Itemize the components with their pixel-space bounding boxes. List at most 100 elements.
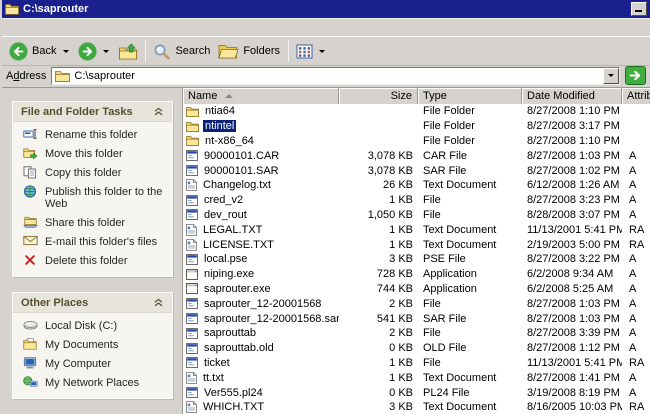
file-size: 2 KB [389, 327, 413, 340]
file-size: 26 KB [383, 179, 413, 192]
file-attributes: A [629, 386, 637, 399]
file-row[interactable]: tt.txt 1 KB Text Document 8/27/2008 1:41… [183, 370, 650, 385]
file-row[interactable]: Changelog.txt 26 KB Text Document 6/12/2… [183, 178, 650, 193]
section-header[interactable]: File and Folder Tasks [13, 102, 172, 122]
task-link[interactable]: Copy this folder [22, 166, 168, 179]
up-button[interactable] [115, 39, 141, 64]
window-folder-icon [5, 3, 19, 15]
file-date-modified: 8/16/2005 10:03 PM [527, 401, 622, 414]
task-link[interactable]: Move this folder [22, 148, 168, 160]
disk-icon [22, 319, 38, 330]
search-icon [153, 43, 171, 60]
chevron-up-icon [154, 298, 163, 307]
search-button[interactable]: Search [150, 39, 214, 64]
file-date-modified: 8/27/2008 3:39 PM [527, 327, 620, 340]
file-date-modified: 8/27/2008 1:12 PM [527, 342, 620, 355]
menu-item[interactable] [52, 25, 68, 29]
file-row[interactable]: WHICH.TXT 3 KB Text Document 8/16/2005 1… [183, 400, 650, 414]
file-date-modified: 8/27/2008 1:03 PM [527, 149, 620, 162]
views-dropdown-icon [319, 49, 326, 53]
column-header-attributes[interactable]: Attributes [622, 88, 650, 104]
file-row[interactable]: saprouttab 2 KB File 8/27/2008 3:39 PM A [183, 326, 650, 341]
file-row[interactable]: LICENSE.TXT 1 KB Text Document 2/19/2003… [183, 237, 650, 252]
file-date-modified: 11/13/2001 5:41 PM [527, 356, 622, 369]
file-type: File Folder [423, 134, 475, 147]
file-type: File [423, 194, 441, 207]
file-row[interactable]: nt-x86_64 File Folder 8/27/2008 1:10 PM [183, 134, 650, 149]
minimize-button[interactable] [631, 2, 647, 16]
file-row[interactable]: Ver555.pl24 0 KB PL24 File 3/19/2008 8:1… [183, 385, 650, 400]
file-row[interactable]: 90000101.CAR 3,078 KB CAR File 8/27/2008… [183, 148, 650, 163]
menu-item[interactable] [68, 25, 84, 29]
file-row[interactable]: saprouter.exe 744 KB Application 6/2/200… [183, 282, 650, 297]
file-row[interactable]: niping.exe 728 KB Application 6/2/2008 9… [183, 267, 650, 282]
file-type: File [423, 297, 441, 310]
task-link[interactable]: Publish this folder to the Web [22, 185, 168, 210]
menu-item[interactable] [4, 25, 20, 29]
file-row[interactable]: saprouter_12-20001568 2 KB File 8/27/200… [183, 296, 650, 311]
file-row[interactable]: ticket 1 KB File 11/13/2001 5:41 PM RA [183, 356, 650, 371]
file-row[interactable]: ntintel File Folder 8/27/2008 3:17 PM [183, 119, 650, 134]
file-size: 728 KB [376, 268, 413, 281]
menu-bar [2, 18, 650, 37]
views-button[interactable] [293, 39, 330, 64]
task-link[interactable]: E-mail this folder's files [22, 235, 168, 248]
file-row[interactable]: LEGAL.TXT 1 KB Text Document 11/13/2001 … [183, 222, 650, 237]
file-date-modified: 8/27/2008 1:41 PM [527, 371, 620, 384]
file-row[interactable]: ntia64 File Folder 8/27/2008 1:10 PM [183, 104, 650, 119]
file-row[interactable]: 90000101.SAR 3,078 KB SAR File 8/27/2008… [183, 163, 650, 178]
file-row[interactable]: saprouter_12-20001568.sar 541 KB SAR Fil… [183, 311, 650, 326]
file-name: cred_v2 [204, 194, 244, 207]
file-name: LEGAL.TXT [203, 223, 263, 236]
file-date-modified: 8/27/2008 1:10 PM [527, 105, 620, 118]
address-value: C:\saprouter [74, 69, 135, 82]
task-link[interactable]: Rename this folder [22, 129, 168, 141]
file-date-modified: 6/2/2008 5:25 AM [527, 282, 614, 295]
task-link[interactable]: Share this folder [22, 216, 168, 229]
text-file-icon [186, 179, 197, 192]
forward-icon [78, 41, 98, 61]
place-link[interactable]: My Network Places [22, 376, 168, 389]
column-header-size[interactable]: Size [339, 88, 418, 104]
file-name: WHICH.TXT [203, 401, 265, 414]
section-header[interactable]: Other Places [13, 293, 172, 313]
file-attributes: A [629, 253, 637, 266]
menu-item[interactable] [84, 25, 100, 29]
forward-button[interactable] [75, 39, 114, 64]
back-dropdown-icon [63, 49, 70, 53]
file-name: 90000101.CAR [204, 149, 280, 162]
file-row[interactable]: cred_v2 1 KB File 8/27/2008 3:23 PM A [183, 193, 650, 208]
place-link[interactable]: My Computer [22, 357, 168, 370]
task-pane: File and Folder Tasks Rename this folder… [2, 88, 183, 414]
place-link[interactable]: My Documents [22, 338, 168, 351]
go-button[interactable] [625, 66, 646, 85]
file-date-modified: 3/19/2008 8:19 PM [527, 386, 620, 399]
file-type: File [423, 327, 441, 340]
column-header-type[interactable]: Type [418, 88, 522, 104]
column-header-name[interactable]: Name [183, 88, 339, 104]
place-link[interactable]: Local Disk (C:) [22, 320, 168, 332]
file-type: SAR File [423, 164, 467, 177]
file-size: 1,050 KB [367, 208, 413, 221]
chevron-up-icon [154, 107, 163, 116]
file-type: Application [423, 268, 477, 281]
file-date-modified: 8/27/2008 1:10 PM [527, 134, 620, 147]
system-file-icon [186, 357, 198, 369]
file-name: Changelog.txt [203, 179, 271, 192]
menu-item[interactable] [20, 25, 36, 29]
file-row[interactable]: dev_rout 1,050 KB File 8/28/2008 3:07 PM… [183, 208, 650, 223]
back-button[interactable]: Back [6, 39, 74, 64]
address-dropdown-button[interactable] [603, 67, 619, 84]
task-link[interactable]: Delete this folder [22, 255, 168, 267]
section-body: Rename this folder Move this folder Copy… [13, 122, 172, 276]
other-places-section: Other Places Local Disk (C:) My Document… [12, 292, 173, 399]
file-attributes: RA [629, 401, 645, 414]
place-link-label: My Computer [45, 358, 112, 370]
folders-button[interactable]: Folders [215, 39, 284, 64]
file-size: 541 KB [376, 312, 413, 325]
column-header-date-modified[interactable]: Date Modified [522, 88, 622, 104]
file-row[interactable]: saprouttab.old 0 KB OLD File 8/27/2008 1… [183, 341, 650, 356]
file-row[interactable]: local.pse 3 KB PSE File 8/27/2008 3:22 P… [183, 252, 650, 267]
menu-item[interactable] [36, 25, 52, 29]
address-input[interactable]: C:\saprouter [51, 66, 620, 85]
